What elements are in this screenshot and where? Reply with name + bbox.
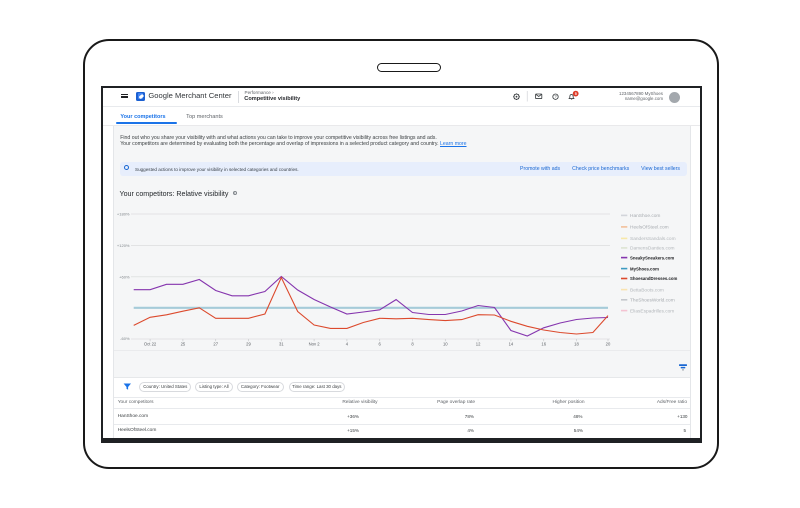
svg-text:6: 6 (379, 342, 382, 347)
svg-text:20: 20 (606, 342, 611, 347)
svg-text:ShoesandDresses.com: ShoesandDresses.com (630, 276, 677, 281)
svg-text:31: 31 (279, 342, 284, 347)
svg-text:16: 16 (541, 342, 546, 347)
svg-text:Nov 2: Nov 2 (309, 342, 321, 347)
svg-text:8: 8 (411, 342, 414, 347)
svg-text:14: 14 (509, 342, 514, 347)
svg-text:HanShoe.com: HanShoe.com (630, 213, 660, 219)
svg-text:DamensDanties.com: DamensDanties.com (630, 246, 675, 252)
svg-text:-60%: -60% (120, 336, 130, 341)
svg-text:27: 27 (213, 342, 218, 347)
svg-text:18: 18 (574, 342, 579, 347)
svg-text:SneakySneakers.com: SneakySneakers.com (630, 255, 674, 260)
svg-text:29: 29 (246, 342, 251, 347)
svg-text:25: 25 (181, 342, 186, 347)
svg-text:BettaBoots.com: BettaBoots.com (630, 287, 664, 293)
svg-text:SandersSandals.com: SandersSandals.com (630, 236, 676, 242)
svg-text:4: 4 (346, 342, 349, 347)
svg-text:TheShoesWorld.com: TheShoesWorld.com (630, 298, 675, 304)
svg-text:10: 10 (443, 342, 448, 347)
svg-text:EliasEspadrilles.com: EliasEspadrilles.com (630, 308, 674, 314)
svg-text:HeelsOfSteel.com: HeelsOfSteel.com (630, 225, 669, 231)
svg-text:12: 12 (476, 342, 481, 347)
svg-text:+120%: +120% (117, 243, 130, 248)
svg-text:+60%: +60% (119, 274, 130, 279)
svg-text:+180%: +180% (117, 212, 130, 217)
svg-text:MyShoes.com: MyShoes.com (630, 266, 659, 271)
svg-text:Oct 22: Oct 22 (144, 342, 157, 347)
